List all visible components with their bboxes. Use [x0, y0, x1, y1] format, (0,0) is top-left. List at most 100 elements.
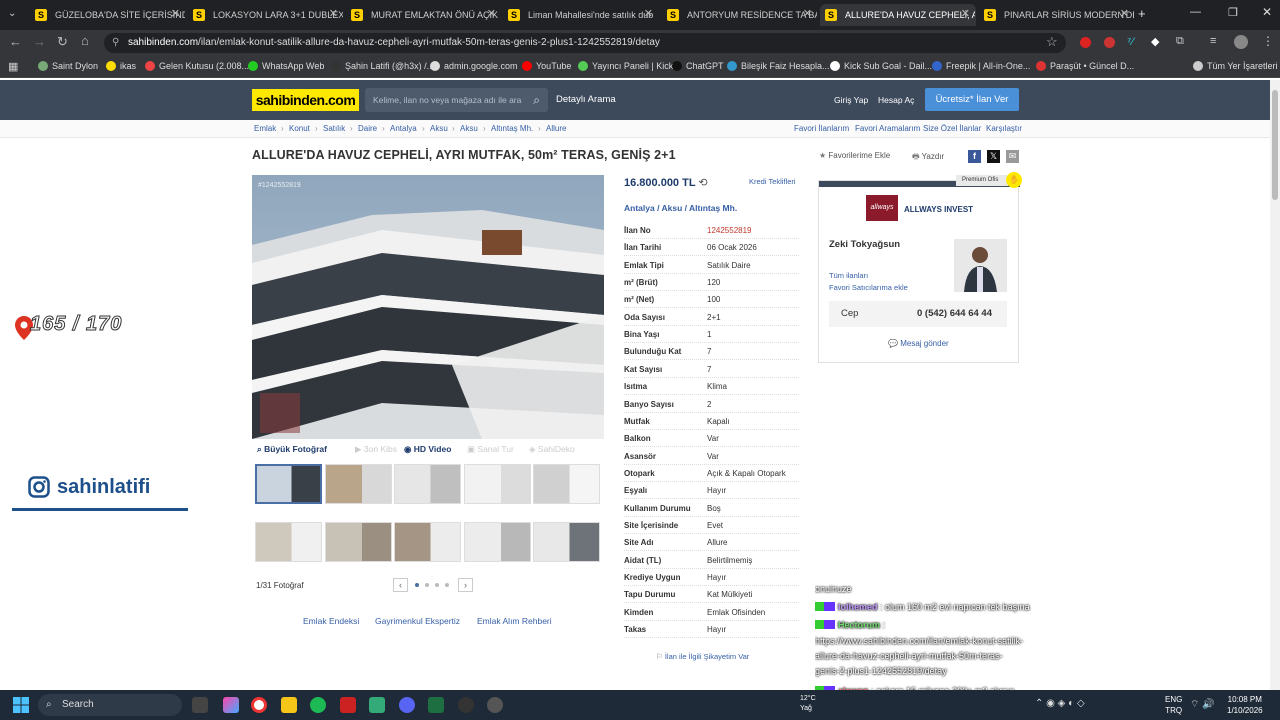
- browser-tab[interactable]: S ANTORYUM RESİDENCE TA BA ✕: [662, 4, 818, 26]
- url-input[interactable]: ⚲ sahibinden.com/ilan/emlak-konut-satili…: [104, 33, 1066, 53]
- email-share-icon[interactable]: ✉: [1006, 150, 1019, 163]
- post-ad-button[interactable]: Ücretsiz* İlan Ver: [925, 88, 1019, 111]
- gallery-tab[interactable]: ⌕ Büyük Fotoğraf: [257, 444, 327, 455]
- quick-link[interactable]: Favori İlanlarım: [794, 124, 849, 133]
- breadcrumb-item[interactable]: Antalya: [390, 124, 417, 133]
- listing-location[interactable]: Antalya / Aksu / Altıntaş Mh.: [624, 203, 737, 213]
- breadcrumb-item[interactable]: Altıntaş Mh.: [491, 124, 533, 133]
- page-scrollbar[interactable]: [1270, 80, 1280, 690]
- taskbar-search[interactable]: ⌕ Search: [38, 694, 182, 716]
- close-tab-icon[interactable]: ✕: [329, 7, 338, 20]
- footer-link[interactable]: Emlak Alım Rehberi: [477, 616, 552, 626]
- thumbs-prev-button[interactable]: ‹: [393, 578, 408, 592]
- browser-tab[interactable]: S Liman Mahallesi'nde satılık dub ✕: [503, 4, 659, 26]
- login-link[interactable]: Giriş Yap: [834, 95, 868, 105]
- close-tab-icon[interactable]: ✕: [1120, 7, 1129, 20]
- all-ads-link[interactable]: Tüm ilanları: [829, 271, 868, 280]
- app-icon-green[interactable]: [369, 697, 385, 713]
- forward-icon[interactable]: →: [33, 34, 46, 49]
- bookmark-item[interactable]: Paraşüt • Güncel D...: [1036, 61, 1134, 71]
- page-dot-4[interactable]: [445, 583, 449, 587]
- bookmark-item[interactable]: admin.google.com: [430, 61, 518, 71]
- photo-thumbnail[interactable]: [255, 522, 322, 562]
- quick-link[interactable]: Size Özel İlanlar: [923, 124, 981, 133]
- language-indicator[interactable]: ENG TRQ: [1165, 694, 1182, 716]
- taskbar-clock[interactable]: 10:08 PM 1/10/2026: [1227, 694, 1263, 716]
- office-name[interactable]: ALLWAYS INVEST: [904, 205, 973, 214]
- app-icon-misc[interactable]: [487, 697, 503, 713]
- browser-tab[interactable]: S LOKASYON LARA 3+1 DUBLEX ✕: [188, 4, 344, 26]
- footer-link[interactable]: Emlak Endeksi: [303, 616, 359, 626]
- bookmark-item[interactable]: Yayıncı Paneli | Kick: [578, 61, 673, 71]
- discord-icon[interactable]: [399, 697, 415, 713]
- photo-thumbnail[interactable]: [533, 464, 600, 504]
- site-logo[interactable]: sahibinden.com: [252, 89, 359, 111]
- browser-tab[interactable]: S ALLURE'DA HAVUZ CEPHELİ, AY ✕: [820, 4, 976, 26]
- bookmark-item[interactable]: Tüm Yer İşaretleri: [1193, 61, 1278, 71]
- photo-thumbnail[interactable]: [463, 464, 531, 504]
- media-icon[interactable]: ≡: [1210, 35, 1216, 47]
- close-tab-icon[interactable]: ✕: [803, 7, 812, 20]
- home-icon[interactable]: ⌂: [81, 33, 89, 48]
- bookmark-item[interactable]: Kick Sub Goal - Dail...: [830, 61, 932, 71]
- x-share-icon[interactable]: 𝕏: [987, 150, 1000, 163]
- chrome-icon[interactable]: [251, 697, 267, 713]
- phone-number[interactable]: 0 (542) 644 64 44: [917, 308, 992, 319]
- main-photo[interactable]: #1242552819: [252, 175, 604, 439]
- bookmark-item[interactable]: ChatGPT: [672, 61, 724, 71]
- close-tab-icon[interactable]: ✕: [961, 7, 970, 20]
- browser-tab[interactable]: S MURAT EMLAKTAN ÖNÜ AÇIK ✕: [346, 4, 502, 26]
- photo-thumbnail[interactable]: [533, 522, 600, 562]
- excel-icon[interactable]: [428, 697, 444, 713]
- breadcrumb-item[interactable]: Daire: [358, 124, 377, 133]
- complain-link[interactable]: ⚐ İlan ile İlgili Şikayetim Var: [656, 652, 749, 661]
- breadcrumb-item[interactable]: Aksu: [460, 124, 478, 133]
- bookmark-item[interactable]: Saint Dylon: [38, 61, 98, 71]
- extension-icon-1[interactable]: [1080, 37, 1091, 48]
- search-icon[interactable]: ⌕: [533, 88, 540, 112]
- favorite-seller-link[interactable]: Favori Satıcılarıma ekle: [829, 283, 908, 292]
- tab-search-icon[interactable]: ⌄: [8, 8, 16, 19]
- add-favorite-button[interactable]: ★ Favorilerime Ekle: [819, 151, 890, 160]
- quick-link[interactable]: Favori Aramalarım: [855, 124, 920, 133]
- bookmark-item[interactable]: ikas: [106, 61, 136, 71]
- photo-thumbnail[interactable]: [394, 522, 461, 562]
- extension-icon-3[interactable]: ⁷⁄: [1127, 36, 1133, 48]
- breadcrumb-item[interactable]: Allure: [546, 124, 566, 133]
- apps-grid-icon[interactable]: ▦: [8, 60, 18, 73]
- page-dot-3[interactable]: [435, 583, 439, 587]
- obs-icon[interactable]: [458, 697, 474, 713]
- photo-thumbnail[interactable]: [324, 522, 392, 562]
- price-history-icon[interactable]: ⟲: [698, 177, 707, 189]
- tray-icons[interactable]: ⌃ ◉ ◈ ◐ ◇: [1035, 698, 1085, 709]
- windows-start-icon[interactable]: [13, 697, 29, 713]
- back-icon[interactable]: ←: [9, 34, 22, 49]
- site-search-input[interactable]: Kelime, ilan no veya mağaza adı ile ara …: [365, 88, 548, 112]
- print-button[interactable]: 🖶 Yazdır: [912, 151, 944, 165]
- profile-avatar[interactable]: [1234, 35, 1248, 49]
- detailed-search-link[interactable]: Detaylı Arama: [556, 94, 616, 105]
- close-window-icon[interactable]: ✕: [1262, 5, 1272, 19]
- photo-thumbnail[interactable]: [324, 464, 392, 504]
- breadcrumb-item[interactable]: Emlak: [254, 124, 276, 133]
- extension-icon-2[interactable]: [1104, 37, 1115, 48]
- photo-thumbnail[interactable]: [394, 464, 461, 504]
- maximize-icon[interactable]: ❐: [1228, 6, 1238, 19]
- browser-tab[interactable]: S PINARLAR SİRİUS MODERN'DE ✕: [979, 4, 1135, 26]
- bookmark-item[interactable]: Freepik | All-in-One...: [932, 61, 1030, 71]
- send-message-link[interactable]: 💬 Mesaj gönder: [888, 339, 949, 348]
- browser-tab[interactable]: S GÜZELOBA'DA SİTE İÇERİSİNDE ✕: [30, 4, 186, 26]
- weather-widget[interactable]: 12°C Yağ: [800, 694, 816, 714]
- close-tab-icon[interactable]: ✕: [487, 7, 496, 20]
- app-icon-red[interactable]: [340, 697, 356, 713]
- bookmark-item[interactable]: WhatsApp Web: [248, 61, 324, 71]
- thumbs-next-button[interactable]: ›: [458, 578, 473, 592]
- copilot-icon[interactable]: [223, 697, 239, 713]
- facebook-share-icon[interactable]: f: [968, 150, 981, 163]
- quick-link[interactable]: Karşılaştır: [986, 124, 1022, 133]
- gallery-tab[interactable]: ◉ HD Video: [404, 444, 451, 455]
- page-dot-1[interactable]: [415, 583, 419, 587]
- minimize-icon[interactable]: —: [1190, 6, 1201, 18]
- footer-link[interactable]: Gayrimenkul Ekspertiz: [375, 616, 460, 626]
- breadcrumb-item[interactable]: Satılık: [323, 124, 345, 133]
